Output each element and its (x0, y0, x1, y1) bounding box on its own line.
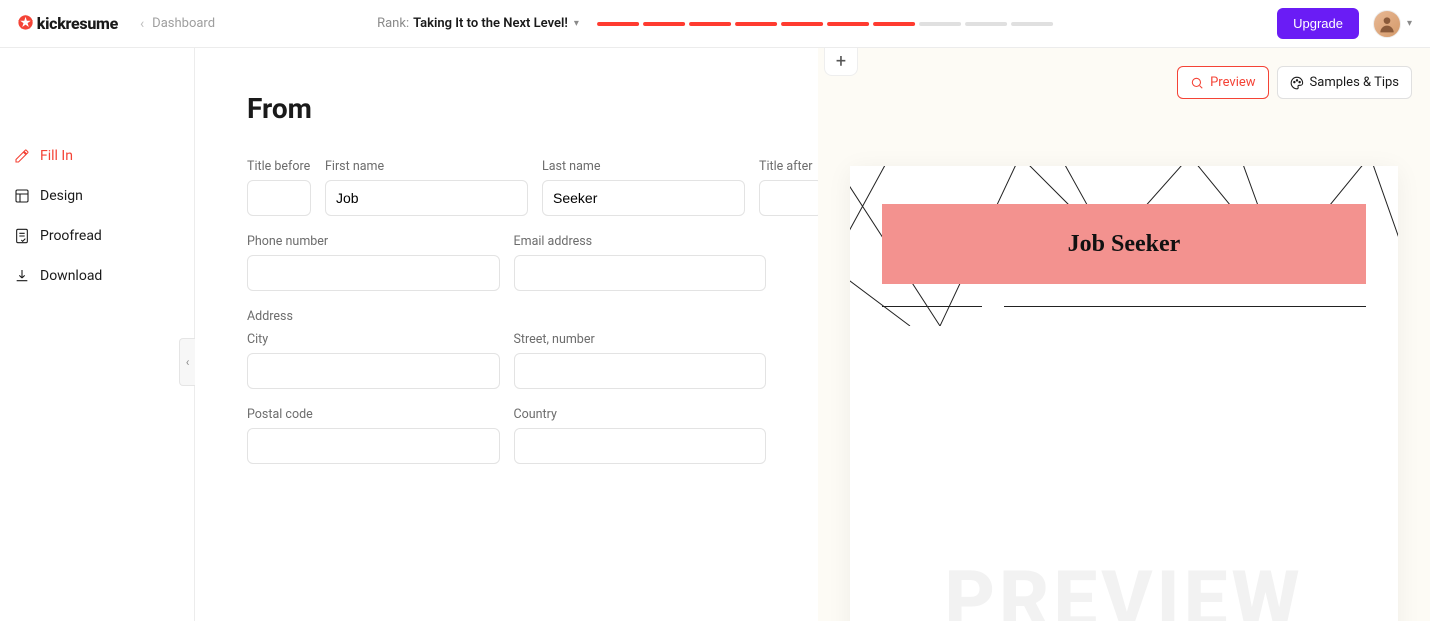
rank-value: Taking It to the Next Level! (413, 16, 568, 31)
sidebar-item-design[interactable]: Design (0, 176, 194, 216)
label-city: City (247, 332, 500, 347)
resume-page-preview[interactable]: Job Seeker PREVIEW (850, 166, 1398, 621)
add-section-button[interactable]: + (824, 48, 858, 76)
label-street: Street, number (514, 332, 767, 347)
app-body: Fill In Design Proofread Download ‹ From… (0, 48, 1430, 621)
resume-divider (882, 306, 1366, 307)
title-before-input[interactable] (247, 180, 311, 216)
sidebar-item-proofread[interactable]: Proofread (0, 216, 194, 256)
chevron-down-icon[interactable]: ▾ (1407, 18, 1412, 29)
editor-panel: From Title before First name Last name T… (195, 48, 818, 621)
preview-watermark: PREVIEW (850, 555, 1398, 621)
preview-toolbar: Preview Samples & Tips (1177, 66, 1412, 99)
progress-segment (873, 22, 915, 26)
progress-segment (597, 22, 639, 26)
postal-input[interactable] (247, 428, 500, 464)
country-input[interactable] (514, 428, 767, 464)
chevron-down-icon[interactable]: ▾ (574, 18, 579, 29)
sidebar-item-download[interactable]: Download (0, 256, 194, 296)
progress-segment (781, 22, 823, 26)
label-title-after: Title after (759, 159, 818, 174)
header-actions: Upgrade ▾ (1277, 8, 1412, 39)
email-input[interactable] (514, 255, 767, 291)
title-after-input[interactable] (759, 180, 818, 216)
phone-input[interactable] (247, 255, 500, 291)
label-email: Email address (514, 234, 767, 249)
label-postal: Postal code (247, 407, 500, 422)
first-name-input[interactable] (325, 180, 528, 216)
collapse-sidebar-button[interactable]: ‹ (179, 338, 195, 386)
edit-icon (14, 148, 30, 164)
sidebar-item-fill-in[interactable]: Fill In (0, 136, 194, 176)
street-input[interactable] (514, 353, 767, 389)
palette-icon (1290, 76, 1304, 90)
section-title: From (247, 92, 766, 125)
label-first-name: First name (325, 159, 528, 174)
sidebar: Fill In Design Proofread Download ‹ (0, 48, 195, 621)
sidebar-item-label: Design (40, 188, 83, 204)
label-title-before: Title before (247, 159, 311, 174)
progress-segment (965, 22, 1007, 26)
design-icon (14, 188, 30, 204)
back-chevron-icon[interactable]: ‹ (140, 16, 144, 32)
preview-button[interactable]: Preview (1177, 66, 1268, 99)
rank-indicator[interactable]: Rank: Taking It to the Next Level! ▾ (377, 16, 1053, 31)
sidebar-item-label: Fill In (40, 148, 73, 164)
label-last-name: Last name (542, 159, 745, 174)
preview-button-label: Preview (1210, 75, 1255, 90)
label-phone: Phone number (247, 234, 500, 249)
download-icon (14, 268, 30, 284)
search-icon (1190, 76, 1204, 90)
sidebar-item-label: Download (40, 268, 102, 284)
app-header: ✪ kickresume ‹ Dashboard Rank: Taking It… (0, 0, 1430, 48)
samples-tips-button[interactable]: Samples & Tips (1277, 66, 1412, 99)
progress-segment (643, 22, 685, 26)
breadcrumb[interactable]: Dashboard (152, 16, 215, 31)
sidebar-item-label: Proofread (40, 228, 102, 244)
plus-icon: + (836, 53, 846, 71)
brand-name: kickresume (37, 14, 118, 33)
rank-progress (597, 22, 1053, 26)
resume-name-banner: Job Seeker (882, 204, 1366, 284)
progress-segment (827, 22, 869, 26)
proofread-icon (14, 228, 30, 244)
progress-segment (735, 22, 777, 26)
progress-segment (919, 22, 961, 26)
progress-segment (1011, 22, 1053, 26)
progress-segment (689, 22, 731, 26)
chevron-left-icon: ‹ (186, 355, 190, 369)
last-name-input[interactable] (542, 180, 745, 216)
resume-name: Job Seeker (1068, 231, 1181, 258)
upgrade-button[interactable]: Upgrade (1277, 8, 1359, 39)
logo-icon: ✪ (18, 13, 33, 34)
account-menu[interactable]: ▾ (1373, 10, 1412, 38)
rank-label: Rank: (377, 16, 409, 31)
label-country: Country (514, 407, 767, 422)
city-input[interactable] (247, 353, 500, 389)
address-subhead: Address (247, 309, 766, 324)
preview-panel: + Preview Samples & Tips Job Seeker (818, 48, 1430, 621)
avatar (1373, 10, 1401, 38)
brand-logo[interactable]: ✪ kickresume (18, 13, 118, 34)
samples-tips-label: Samples & Tips (1310, 75, 1399, 90)
